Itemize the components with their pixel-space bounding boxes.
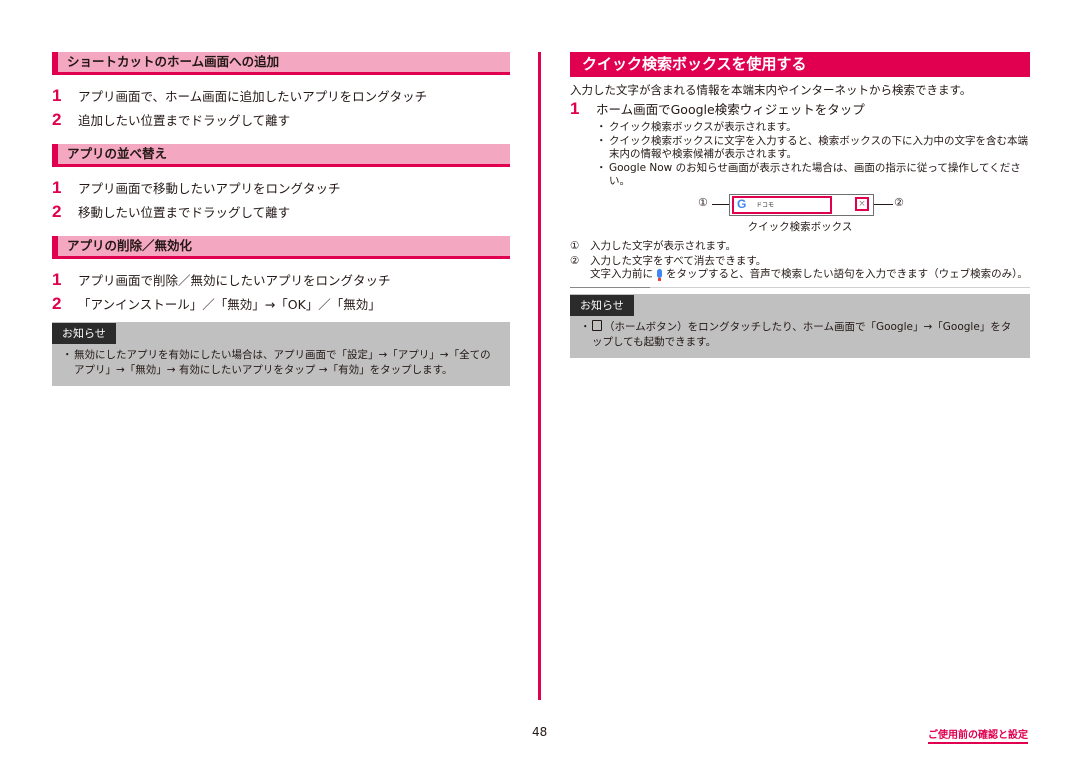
section-heading-quick-search-box: クイック検索ボックスを使用する: [570, 52, 1030, 77]
search-field-text: ドコモ: [756, 202, 775, 209]
right-column: クイック検索ボックスを使用する 入力した文字が含まれる情報を本端末内やインターネ…: [570, 52, 1030, 358]
bullet-dot: ・: [580, 321, 591, 333]
chapter-link[interactable]: ご使用前の確認と設定: [928, 726, 1028, 744]
leader-line-2: [874, 204, 893, 205]
figure-caption: クイック検索ボックス: [747, 221, 853, 233]
note-line: ・ （ホームボタン）をロングタッチしたり、ホーム画面で「Google」→「Goo…: [570, 316, 1030, 350]
intro-text: 入力した文字が含まれる情報を本端末内やインターネットから検索できます。: [570, 83, 972, 97]
note-box: お知らせ ・ （ホームボタン）をロングタッチしたり、ホーム画面で「Google」…: [570, 294, 1030, 358]
google-g-icon: G: [737, 197, 747, 211]
note-text: 無効にしたアプリを有効にしたい場合は、アプリ画面で「設定」→「アプリ」→「全ての…: [74, 349, 491, 376]
step: 2 「アンインストール」／「無効」→「OK」／「無効」: [52, 294, 510, 314]
quick-search-box-figure: ① G ドコモ × ② クイック検索ボックス: [570, 194, 1030, 238]
step: 1 アプリ画面で削除／無効にしたいアプリをロングタッチ: [52, 270, 510, 290]
description-item: ② 入力した文字をすべて消去できます。 文字入力前に をタップすると、音声で検索した…: [570, 255, 1028, 281]
step-number: 2: [52, 110, 62, 129]
note-box: お知らせ ・ 無効にしたアプリを有効にしたい場合は、アプリ画面で「設定」→「アプ…: [52, 322, 510, 386]
step-text: 移動したい位置までドラッグして離す: [78, 205, 291, 220]
callout-2: ②: [894, 196, 904, 209]
home-button-icon: [592, 320, 602, 331]
step-number: 1: [52, 178, 62, 197]
column-divider: [538, 52, 541, 700]
step-text: アプリ画面で削除／無効にしたいアプリをロングタッチ: [78, 273, 391, 288]
clear-icon: ×: [855, 197, 869, 211]
note-tag: お知らせ: [52, 323, 116, 344]
step: 1 アプリ画面で、ホーム画面に追加したいアプリをロングタッチ: [52, 86, 510, 106]
step-number: 1: [52, 86, 62, 105]
search-field: G ドコモ: [732, 196, 832, 214]
note-tag: お知らせ: [570, 295, 634, 316]
step-text: アプリ画面で移動したいアプリをロングタッチ: [78, 181, 341, 196]
step-number: 1: [570, 99, 580, 118]
step-text: 「アンインストール」／「無効」→「OK」／「無効」: [78, 297, 381, 312]
step: 2 追加したい位置までドラッグして離す: [52, 110, 510, 130]
callout-1: ①: [698, 196, 708, 209]
step: 2 移動したい位置までドラッグして離す: [52, 202, 510, 222]
note-text: （ホームボタン）をロングタッチしたり、ホーム画面で「Google」→「Googl…: [592, 321, 1012, 348]
step-text: ホーム画面でGoogle検索ウィジェットをタップ: [596, 102, 865, 117]
bullet-item: ・ Google Now のお知らせ画面が表示された場合は、画面の指示に従って操作…: [596, 162, 1021, 187]
bullet-item: ・クイック検索ボックスが表示されます。: [596, 121, 797, 133]
left-column: ショートカットのホーム画面への追加 1 アプリ画面で、ホーム画面に追加したいアプ…: [52, 52, 510, 386]
separator: [570, 287, 1030, 288]
microphone-icon: [657, 269, 662, 281]
step-text: アプリ画面で、ホーム画面に追加したいアプリをロングタッチ: [78, 89, 428, 104]
section-heading-add-shortcut: ショートカットのホーム画面への追加: [52, 52, 510, 75]
step-number: 2: [52, 202, 62, 221]
section-heading-reorder-apps: アプリの並べ替え: [52, 144, 510, 167]
quick-search-box: G ドコモ ×: [729, 194, 874, 216]
callout-descriptions: ① 入力した文字が表示されます。 ② 入力した文字をすべて消去できます。 文字入力前…: [570, 240, 1030, 281]
section-heading-delete-disable-apps: アプリの削除／無効化: [52, 236, 510, 259]
step: 1 ホーム画面でGoogle検索ウィジェットをタップ: [570, 99, 1030, 119]
step-number: 2: [52, 294, 62, 313]
bullet-dot: ・: [62, 349, 73, 361]
note-line: ・ 無効にしたアプリを有効にしたい場合は、アプリ画面で「設定」→「アプリ」→「全…: [52, 344, 510, 378]
step-number: 1: [52, 270, 62, 289]
bullet-list: ・クイック検索ボックスが表示されます。 ・クイック検索ボックスに文字を入力すると…: [570, 121, 1030, 188]
page-number: 48: [532, 725, 548, 739]
bullet-item: ・クイック検索ボックスに文字を入力すると、検索ボックスの下に入力中の文字を含む本…: [596, 135, 1028, 160]
description-item: ① 入力した文字が表示されます。: [570, 240, 736, 252]
step-text: 追加したい位置までドラッグして離す: [78, 113, 291, 128]
step: 1 アプリ画面で移動したいアプリをロングタッチ: [52, 178, 510, 198]
